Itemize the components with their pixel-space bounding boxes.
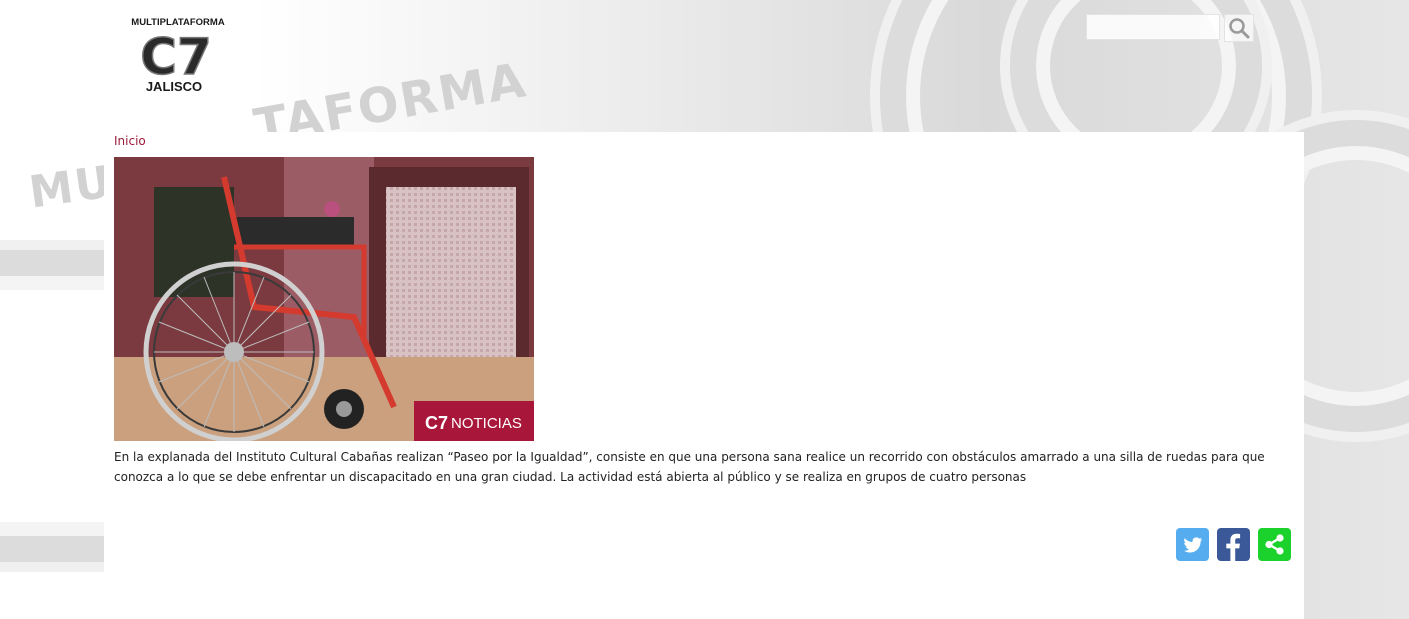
- twitter-icon: [1184, 537, 1202, 553]
- background-lettering: MU: [26, 156, 116, 219]
- logo-mark: C7: [124, 27, 228, 87]
- facebook-icon: [1226, 533, 1241, 561]
- logo-bottom-text: JALISCO: [146, 79, 202, 94]
- search-bar: [1086, 14, 1256, 42]
- search-button[interactable]: [1224, 14, 1254, 42]
- c7-jalisco-logo: MULTIPLATAFORMA C7 JALISCO: [124, 17, 228, 94]
- wheelchair-photo: C7 NOTICIAS: [114, 157, 534, 441]
- image-overlay-label: NOTICIAS: [451, 415, 522, 432]
- facebook-share-button[interactable]: [1217, 528, 1250, 561]
- share-icon: [1265, 534, 1284, 555]
- twitter-share-button[interactable]: [1176, 528, 1209, 561]
- article-body: En la explanada del Instituto Cultural C…: [114, 450, 1265, 484]
- logo-top-text: MULTIPLATAFORMA: [131, 17, 225, 28]
- search-input[interactable]: [1086, 14, 1220, 40]
- generic-share-button[interactable]: [1258, 528, 1291, 561]
- content-panel: Inicio C7 NOTICIAS En la explanada del I…: [104, 132, 1304, 619]
- article-image: C7 NOTICIAS: [114, 157, 534, 441]
- logo-mark-text: C7: [140, 28, 211, 86]
- search-icon: [1229, 18, 1250, 39]
- site-logo[interactable]: MULTIPLATAFORMA C7 JALISCO: [118, 14, 238, 96]
- breadcrumb-home-link[interactable]: Inicio: [114, 134, 146, 148]
- image-overlay-mark: C7: [425, 413, 448, 433]
